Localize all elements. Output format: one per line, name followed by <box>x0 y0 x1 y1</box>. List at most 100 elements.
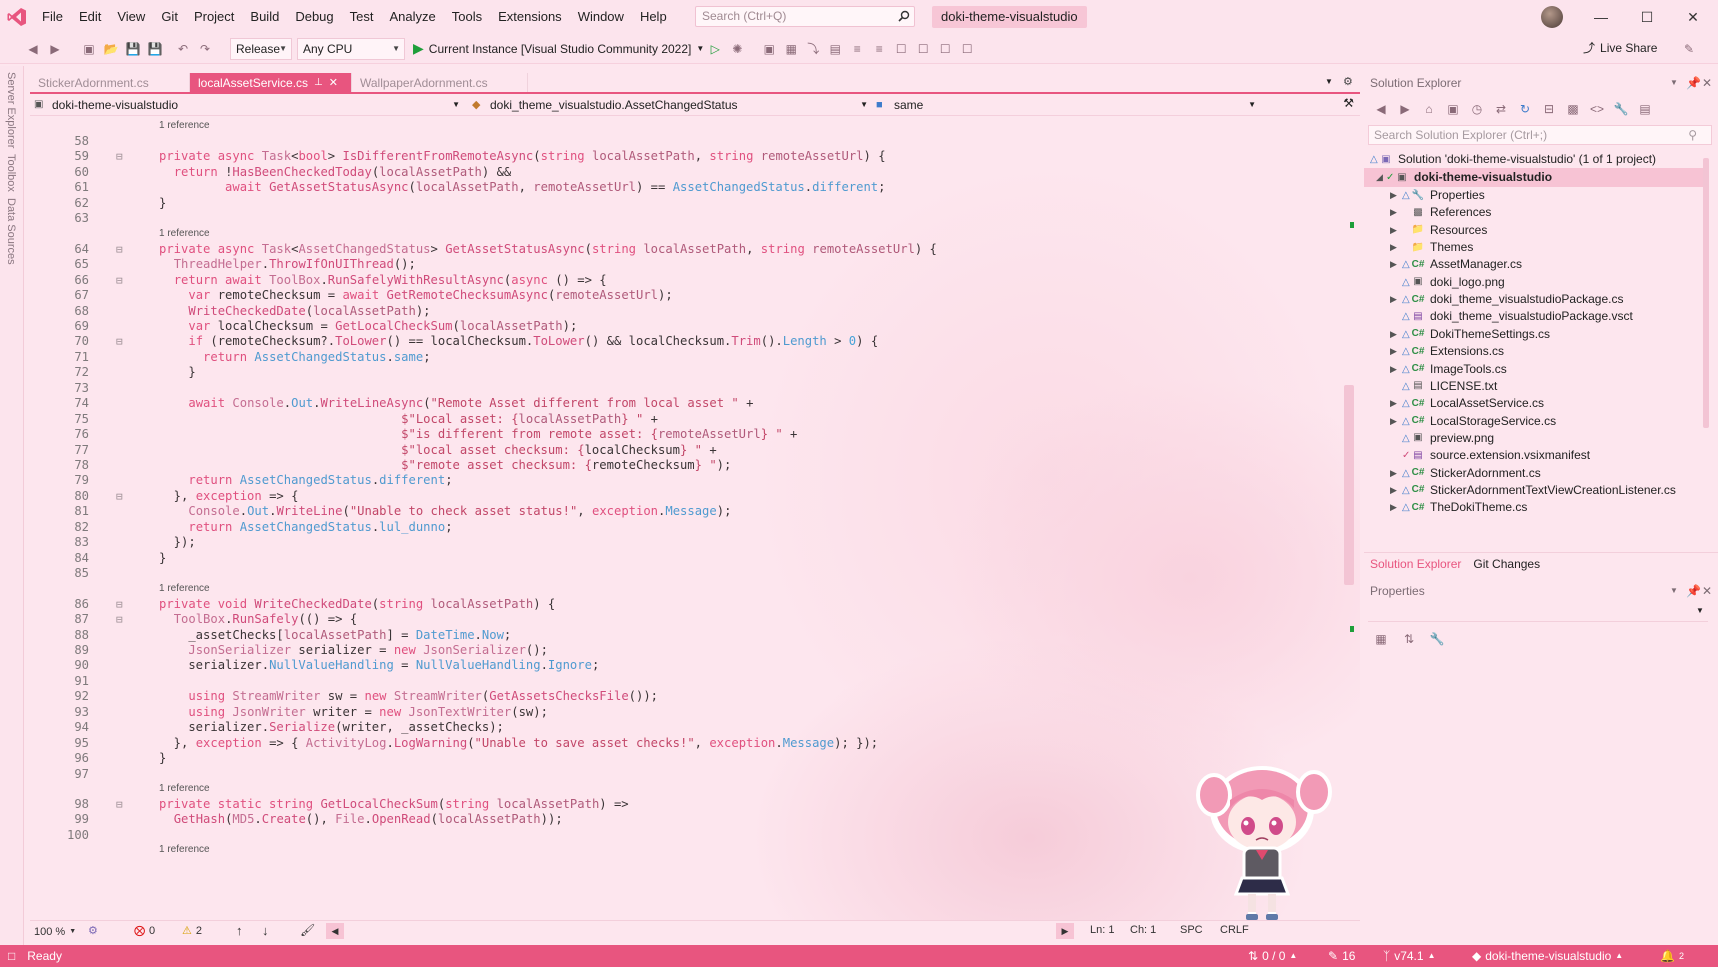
error-count[interactable]: ⨂ 0 <box>134 924 155 938</box>
expand-arrow-icon[interactable]: ▶ <box>1390 325 1400 344</box>
pin-icon[interactable]: 📌 <box>1686 580 1701 602</box>
collapse-all-icon[interactable]: ⊟ <box>1538 98 1560 120</box>
intellicode-icon[interactable]: ⚙ <box>88 924 98 937</box>
close-icon[interactable]: ✕ <box>329 73 338 93</box>
line-ending-indicator[interactable]: CRLF <box>1220 924 1249 936</box>
live-share-button[interactable]: ⤴ Live Share <box>1583 39 1657 56</box>
search-input[interactable]: Search (Ctrl+Q) <box>695 6 915 27</box>
type-dropdown[interactable]: ◆ doki_theme_visualstudio.AssetChangedSt… <box>472 95 872 115</box>
expand-arrow-icon[interactable]: ▶ <box>1390 412 1400 431</box>
menu-item-help[interactable]: Help <box>632 0 675 34</box>
object-selector[interactable]: ▼ <box>1368 604 1708 622</box>
start-without-debugging-icon[interactable]: ▷ <box>704 38 726 60</box>
git-changes-indicator[interactable]: ⇅ 0 / 0 ▲ <box>1248 945 1297 967</box>
toolbox-tab[interactable]: Toolbox <box>5 154 17 192</box>
minimize-button[interactable]: — <box>1578 0 1624 34</box>
notifications-indicator[interactable]: 🔔 2 <box>1660 945 1684 967</box>
code-lens-reference[interactable]: 1 reference <box>159 227 210 241</box>
zoom-dropdown[interactable]: 100 % ▼ <box>34 924 86 939</box>
alphabetical-icon[interactable]: ⇅ <box>1398 628 1420 650</box>
show-all-files-icon[interactable]: ▩ <box>1562 98 1584 120</box>
fold-toggle-icon[interactable]: ⊟ <box>116 333 123 350</box>
menu-item-file[interactable]: File <box>34 0 71 34</box>
diagnostics-icon[interactable]: ▤ <box>824 38 846 60</box>
previous-issue-icon[interactable]: ↑ <box>236 923 243 938</box>
scroll-right-button[interactable]: ▶ <box>1056 923 1074 939</box>
data-sources-tab[interactable]: Data Sources <box>5 198 17 265</box>
server-explorer-tab[interactable]: Server Explorer <box>5 72 17 148</box>
menu-item-analyze[interactable]: Analyze <box>381 0 443 34</box>
tab-list-chevron-icon[interactable]: ▼ <box>1325 77 1333 86</box>
solution-search-input[interactable]: Search Solution Explorer (Ctrl+;) ⚲ <box>1368 125 1712 145</box>
fold-toggle-icon[interactable]: ⊟ <box>116 796 123 813</box>
start-debugging-button[interactable]: ▶ Current Instance [Visual Studio Commun… <box>413 40 704 57</box>
next-bookmark-icon[interactable]: ☐ <box>934 38 956 60</box>
properties-wrench-icon[interactable]: 🔧 <box>1610 98 1632 120</box>
expand-arrow-icon[interactable]: ▶ <box>1390 221 1400 240</box>
tab-sticker-adornment[interactable]: StickerAdornment.cs <box>30 73 190 93</box>
tab-local-asset-service[interactable]: localAssetService.cs ⊥ ✕ <box>190 73 352 93</box>
menu-item-extensions[interactable]: Extensions <box>490 0 570 34</box>
configuration-dropdown[interactable]: Release ▼ <box>230 37 292 60</box>
code-lens-reference[interactable]: 1 reference <box>159 843 210 857</box>
forward-icon[interactable]: ▶ <box>1394 98 1416 120</box>
menu-item-debug[interactable]: Debug <box>287 0 341 34</box>
save-icon[interactable]: 💾 <box>122 38 144 60</box>
tab-solution-explorer[interactable]: Solution Explorer <box>1364 553 1467 575</box>
branch-indicator[interactable]: ᛉ v74.1 ▲ <box>1383 945 1435 967</box>
layout-icon[interactable]: ▦ <box>780 38 802 60</box>
prev-bookmark-icon[interactable]: ☐ <box>912 38 934 60</box>
refresh-icon[interactable]: ↻ <box>1514 98 1536 120</box>
fold-toggle-icon[interactable]: ⊟ <box>116 241 123 258</box>
platform-dropdown[interactable]: Any CPU ▼ <box>297 37 405 60</box>
close-icon[interactable]: ✕ <box>1702 580 1712 602</box>
expand-arrow-icon[interactable]: ▶ <box>1390 498 1400 517</box>
solution-explorer-scrollbar[interactable] <box>1700 148 1712 552</box>
expand-arrow-icon[interactable]: ▶ <box>1390 481 1400 500</box>
code-lens-reference[interactable]: 1 reference <box>159 582 210 596</box>
clear-bookmarks-icon[interactable]: ☐ <box>956 38 978 60</box>
hot-reload-icon[interactable]: ✺ <box>726 38 748 60</box>
expand-arrow-icon[interactable]: ▶ <box>1390 290 1400 309</box>
split-icon[interactable]: ⚒ <box>1343 96 1354 110</box>
view-code-icon[interactable]: <> <box>1586 98 1608 120</box>
editor-scroll-thumb[interactable] <box>1344 385 1354 585</box>
tree-item[interactable]: ▶ △ C# TheDokiTheme.cs <box>1364 498 1704 517</box>
maximize-button[interactable]: ☐ <box>1624 0 1670 34</box>
project-node[interactable]: ◢ ✓ ▣ doki-theme-visualstudio <box>1364 168 1704 187</box>
menu-item-tools[interactable]: Tools <box>444 0 490 34</box>
tab-wallpaper-adornment[interactable]: WallpaperAdornment.cs <box>352 73 528 93</box>
pin-icon[interactable]: ⊥ <box>314 73 323 93</box>
next-issue-icon[interactable]: ↓ <box>262 923 269 938</box>
property-pages-icon[interactable]: 🔧 <box>1426 628 1448 650</box>
redo-icon[interactable]: ↷ <box>194 38 216 60</box>
fold-toggle-icon[interactable]: ⊟ <box>116 272 123 289</box>
expand-arrow-icon[interactable]: ▶ <box>1390 238 1400 257</box>
forward-icon[interactable]: ▶ <box>44 38 66 60</box>
pending-edits-indicator[interactable]: ✎ 16 <box>1328 945 1355 967</box>
code-lens-reference[interactable]: 1 reference <box>159 782 210 796</box>
outdent-icon[interactable]: ≡ <box>868 38 890 60</box>
undo-icon[interactable]: ↶ <box>172 38 194 60</box>
chevron-down-icon[interactable]: ▼ <box>1670 580 1678 602</box>
visual-studio-logo-icon[interactable] <box>0 0 34 34</box>
feedback-icon[interactable]: ✎ <box>1678 38 1700 60</box>
step-into-icon[interactable]: ⤵ <box>802 38 824 60</box>
warning-count[interactable]: ⚠ 2 <box>182 924 202 938</box>
fold-toggle-icon[interactable]: ⊟ <box>116 611 123 628</box>
open-folder-icon[interactable]: 📂 <box>100 38 122 60</box>
categorized-icon[interactable]: ▦ <box>1370 628 1392 650</box>
menu-item-test[interactable]: Test <box>342 0 382 34</box>
close-icon[interactable]: ✕ <box>1702 72 1712 94</box>
new-project-icon[interactable]: ▣ <box>78 38 100 60</box>
column-indicator[interactable]: Ch: 1 <box>1130 924 1156 936</box>
expand-arrow-icon[interactable]: ▶ <box>1390 394 1400 413</box>
project-dropdown[interactable]: ▣ doki-theme-visualstudio ▼ <box>34 95 464 115</box>
indent-icon[interactable]: ≡ <box>846 38 868 60</box>
close-window-button[interactable]: ✕ <box>1670 0 1716 34</box>
bookmark-icon[interactable]: ☐ <box>890 38 912 60</box>
gear-icon[interactable]: ⚙ <box>1343 75 1353 88</box>
expand-arrow-icon[interactable]: ▶ <box>1390 255 1400 274</box>
line-indicator[interactable]: Ln: 1 <box>1090 924 1114 936</box>
back-icon[interactable]: ◀ <box>1370 98 1392 120</box>
